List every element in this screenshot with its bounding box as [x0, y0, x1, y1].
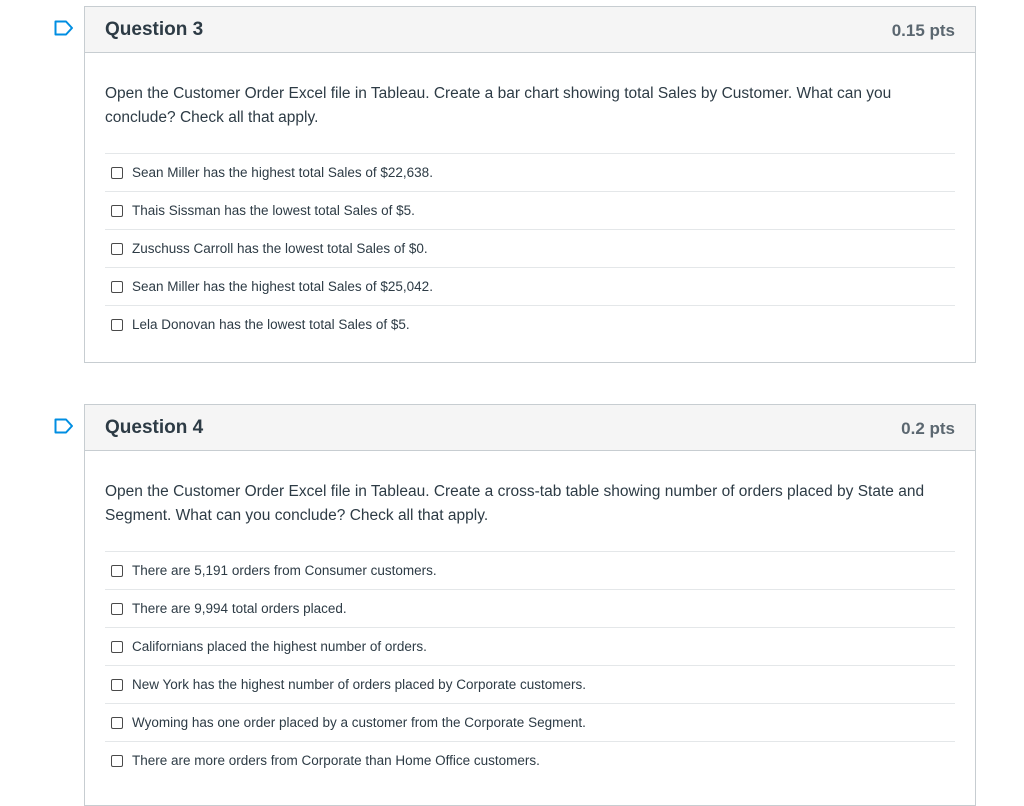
question-points: 0.2 pts — [901, 419, 955, 438]
question-header: Question 4 0.2 pts — [85, 405, 975, 451]
answer-option[interactable]: Californians placed the highest number o… — [105, 627, 955, 665]
answer-label: Lela Donovan has the lowest total Sales … — [132, 317, 410, 332]
answer-label: Wyoming has one order placed by a custom… — [132, 715, 586, 730]
question-header: Question 3 0.15 pts — [85, 7, 975, 53]
answer-label: Sean Miller has the highest total Sales … — [132, 165, 433, 180]
answer-option[interactable]: Sean Miller has the highest total Sales … — [105, 267, 955, 305]
answer-option[interactable]: Sean Miller has the highest total Sales … — [105, 153, 955, 191]
answer-option[interactable]: There are more orders from Corporate tha… — [105, 741, 955, 779]
question-title: Question 3 — [105, 19, 204, 40]
answer-label: There are 9,994 total orders placed. — [132, 601, 347, 616]
checkbox-icon[interactable] — [111, 166, 123, 179]
answer-option[interactable]: Thais Sissman has the lowest total Sales… — [105, 191, 955, 229]
checkbox-icon[interactable] — [111, 716, 123, 729]
question-title: Question 4 — [105, 417, 204, 438]
answer-option[interactable]: There are 9,994 total orders placed. — [105, 589, 955, 627]
answer-label: Sean Miller has the highest total Sales … — [132, 279, 433, 294]
question-text: Open the Customer Order Excel file in Ta… — [105, 85, 892, 126]
checkbox-icon[interactable] — [111, 754, 123, 767]
question-4-card: Question 4 0.2 pts Open the Customer Ord… — [84, 404, 976, 806]
flag-question-icon[interactable] — [54, 20, 74, 36]
answer-label: There are more orders from Corporate tha… — [132, 753, 540, 768]
checkbox-icon[interactable] — [111, 318, 123, 331]
answer-option[interactable]: Lela Donovan has the lowest total Sales … — [105, 305, 955, 343]
flag-question-icon[interactable] — [54, 418, 74, 434]
answer-label: New York has the highest number of order… — [132, 677, 586, 692]
answer-label: Zuschuss Carroll has the lowest total Sa… — [132, 241, 428, 256]
answer-option[interactable]: There are 5,191 orders from Consumer cus… — [105, 551, 955, 589]
checkbox-icon[interactable] — [111, 602, 123, 615]
answer-option[interactable]: Zuschuss Carroll has the lowest total Sa… — [105, 229, 955, 267]
checkbox-icon[interactable] — [111, 242, 123, 255]
answer-label: Californians placed the highest number o… — [132, 639, 427, 654]
checkbox-icon[interactable] — [111, 280, 123, 293]
checkbox-icon[interactable] — [111, 564, 123, 577]
question-points: 0.15 pts — [891, 21, 955, 40]
checkbox-icon[interactable] — [111, 640, 123, 653]
answer-label: There are 5,191 orders from Consumer cus… — [132, 563, 437, 578]
answer-option[interactable]: Wyoming has one order placed by a custom… — [105, 703, 955, 741]
question-3-card: Question 3 0.15 pts Open the Customer Or… — [84, 6, 976, 363]
answer-list: Sean Miller has the highest total Sales … — [105, 153, 955, 343]
answer-option[interactable]: New York has the highest number of order… — [105, 665, 955, 703]
answer-label: Thais Sissman has the lowest total Sales… — [132, 203, 415, 218]
question-text: Open the Customer Order Excel file in Ta… — [105, 483, 925, 524]
checkbox-icon[interactable] — [111, 678, 123, 691]
checkbox-icon[interactable] — [111, 204, 123, 217]
answer-list: There are 5,191 orders from Consumer cus… — [105, 551, 955, 779]
